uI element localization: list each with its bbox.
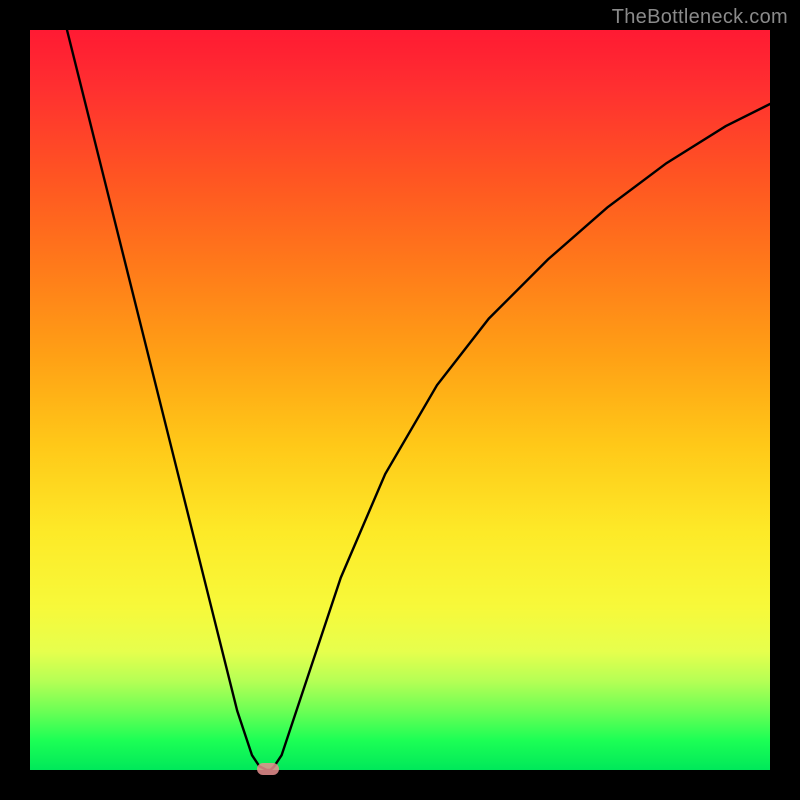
bottleneck-curve	[30, 30, 770, 770]
optimal-point-marker	[257, 763, 279, 775]
watermark-text: TheBottleneck.com	[612, 6, 788, 29]
chart-plot-area	[30, 30, 770, 770]
